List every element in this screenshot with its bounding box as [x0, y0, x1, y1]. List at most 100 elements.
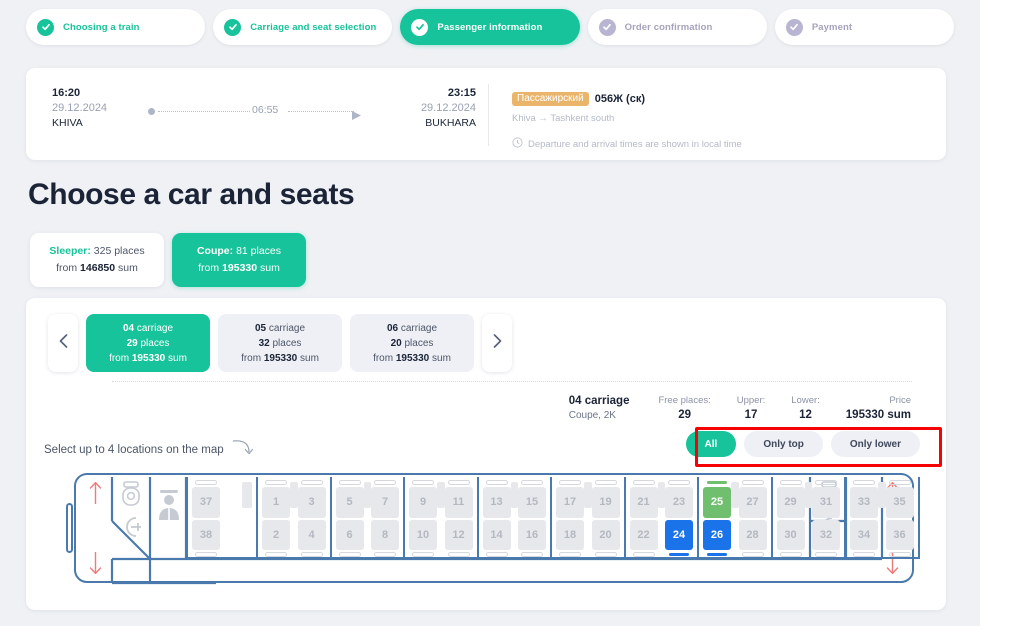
seat-7[interactable]: 7 [371, 487, 399, 518]
seat-28[interactable]: 28 [738, 519, 767, 550]
luggage-shelf-icon [632, 480, 655, 486]
seat-24[interactable]: 24 [665, 519, 693, 550]
upper-label: Upper: [736, 395, 766, 406]
seat-2[interactable]: 2 [262, 519, 290, 550]
seat-column: 31 32 [812, 480, 840, 557]
compartment-table [731, 482, 739, 508]
seat-31[interactable]: 31 [812, 487, 840, 518]
carriage-next-button[interactable] [482, 314, 512, 372]
upper-places-cell: Upper: 17 [724, 394, 779, 423]
seat-30[interactable]: 30 [776, 519, 805, 550]
carriage-info-subtitle: Coupe, 2K [568, 410, 616, 421]
under-berth-icon [815, 551, 837, 557]
under-berth-icon [374, 551, 396, 557]
carriage-info-title-block: 04 carriage Coupe, 2K [569, 394, 646, 423]
stepper-step-1[interactable]: Choosing a train [26, 9, 206, 45]
seat-29[interactable]: 29 [776, 487, 805, 518]
seat-33[interactable]: 33 [850, 487, 878, 518]
arrival-city: BUKHARA [425, 117, 476, 129]
luggage-shelf-icon [195, 480, 217, 486]
seat-32[interactable]: 32 [812, 519, 840, 550]
seat-15[interactable]: 15 [518, 487, 546, 518]
stepper-step-2[interactable]: Carriage and seat selection [213, 9, 393, 45]
seat-column: 29 30 [776, 480, 805, 557]
class-tab-sleeper[interactable]: Sleeper: 325 places from 146850 sum [30, 233, 164, 287]
local-time-note: Departure and arrival times are shown in… [512, 137, 742, 151]
seat-27[interactable]: 27 [738, 487, 767, 518]
duration-track: 06:55 [148, 104, 362, 120]
seat-4[interactable]: 4 [297, 519, 326, 550]
seat-10[interactable]: 10 [409, 519, 437, 550]
seat-3[interactable]: 3 [297, 487, 326, 518]
seat-25[interactable]: 25 [703, 487, 731, 518]
seat-22[interactable]: 22 [629, 519, 658, 550]
seat-9[interactable]: 9 [409, 487, 437, 518]
carriage-card-06[interactable]: 06 carriage 20 places from 195330 sum [350, 314, 474, 372]
stepper-step-4[interactable]: Order confirmation [587, 9, 767, 45]
carriage-card-05[interactable]: 05 carriage 32 places from 195330 sum [218, 314, 342, 372]
carriage-card-price-line: from 195330 sum [241, 352, 319, 364]
seat-17[interactable]: 17 [556, 487, 584, 518]
seat-column: 34 [297, 480, 326, 557]
carriage-card-price-line: from 195330 sum [109, 352, 187, 364]
luggage-shelf-icon [412, 480, 434, 486]
seat-14[interactable]: 14 [482, 519, 511, 550]
luggage-shelf-icon [559, 480, 581, 486]
arrival-endpoint: 23:15 29.12.2024 BUKHARA [356, 86, 476, 131]
under-berth-icon [668, 551, 690, 557]
seat-37[interactable]: 37 [192, 487, 220, 518]
seat-6[interactable]: 6 [335, 519, 364, 550]
filter-only-top[interactable]: Only top [744, 431, 823, 457]
seat-column: 9 10 [409, 480, 437, 557]
track-dash-left [158, 111, 250, 112]
seat-16[interactable]: 16 [518, 519, 546, 550]
check-icon [785, 18, 803, 36]
seat-12[interactable]: 12 [444, 519, 473, 550]
seat-19[interactable]: 19 [591, 487, 620, 518]
luggage-shelf-icon [300, 480, 323, 486]
seat-23[interactable]: 23 [665, 487, 693, 518]
track-dash-right [288, 111, 354, 112]
seat-18[interactable]: 18 [556, 519, 584, 550]
seat-11[interactable]: 11 [444, 487, 473, 518]
under-berth-icon [559, 551, 581, 557]
class-tab-line2: from 195330 sum [198, 262, 280, 274]
seat-38[interactable]: 38 [192, 519, 220, 550]
carriage-info-title: 04 carriage [568, 395, 630, 407]
luggage-shelf-icon [594, 480, 617, 486]
filter-all[interactable]: All [685, 431, 737, 457]
berth-filter-group: All Only top Only lower [685, 431, 920, 457]
seat-column: 78 [371, 480, 399, 557]
seat-5[interactable]: 5 [335, 487, 364, 518]
carriage-card-price-line: from 195330 sum [373, 352, 451, 364]
seat-26[interactable]: 26 [703, 519, 731, 550]
seat-35[interactable]: 35 [885, 487, 914, 518]
carriage-outline: 37 38 1 2 3 4 5 6 7 8 9 10 11 12 13 14 15 16 17 18 19 20 21 22 2… [74, 473, 920, 585]
class-tab-coupe[interactable]: Coupe: 81 places from 195330 sum [172, 233, 306, 287]
seat-column: 17 18 [556, 480, 584, 557]
under-berth-icon [521, 551, 543, 557]
seat-36[interactable]: 36 [885, 519, 914, 550]
carriage-prev-button[interactable] [48, 314, 78, 372]
stepper-step-5[interactable]: Payment [774, 9, 955, 45]
filter-only-lower[interactable]: Only lower [830, 431, 920, 457]
compartment-table [290, 482, 298, 508]
seat-1[interactable]: 1 [262, 487, 290, 518]
under-berth-icon [632, 551, 655, 557]
check-icon [598, 18, 616, 36]
compartment: 25 26 27 28 [699, 477, 773, 559]
carriage-card-list: 04 carriage 29 places from 195330 sum 05 ca… [86, 314, 474, 372]
stepper-step-3[interactable]: Passenger information [400, 9, 580, 45]
seat-8[interactable]: 8 [371, 519, 399, 550]
seat-34[interactable]: 34 [850, 519, 878, 550]
seat-13[interactable]: 13 [482, 487, 511, 518]
curved-arrow-icon [232, 438, 254, 461]
carriage-card-places-line: 29 places [126, 337, 170, 349]
under-berth-icon [485, 551, 508, 557]
carriage-card-04[interactable]: 04 carriage 29 places from 195330 sum [86, 314, 210, 372]
free-places-cell: Free places: 29 [645, 394, 723, 423]
departure-time: 16:20 [52, 87, 81, 99]
seat-21[interactable]: 21 [629, 487, 658, 518]
seat-20[interactable]: 20 [591, 519, 620, 550]
selection-hint-text: Select up to 4 locations on the map [44, 443, 224, 456]
